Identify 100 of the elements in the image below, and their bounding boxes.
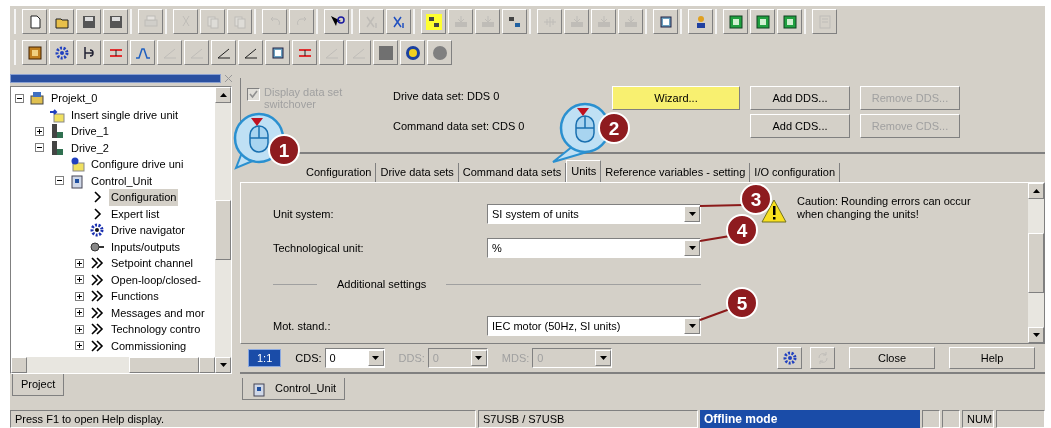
toolbar-button[interactable]	[688, 9, 713, 34]
toolbar-button[interactable]	[777, 9, 802, 34]
up-arrow-icon	[1032, 189, 1040, 193]
status-panel	[942, 410, 960, 428]
field-label: Technological unit:	[273, 240, 365, 256]
toolbar-button[interactable]	[750, 9, 775, 34]
up-arrow-icon	[219, 93, 227, 97]
tree-node-icon	[49, 106, 65, 123]
down-arrow-icon	[688, 246, 696, 250]
action-button[interactable]: Add CDS...	[750, 114, 850, 138]
tree-item[interactable]: Configuration	[109, 189, 179, 206]
tree-item[interactable]: Expert list	[109, 205, 162, 222]
scrollbar-thumb[interactable]	[1028, 233, 1044, 293]
toolbar-button[interactable]	[386, 9, 411, 34]
step-number-badge: 2	[598, 112, 630, 144]
step-number-badge: 1	[268, 134, 300, 166]
warning-icon	[761, 199, 787, 223]
tree-item[interactable]: Functions	[109, 288, 161, 305]
expand-icon[interactable]	[75, 291, 84, 301]
tab[interactable]: Drive data sets	[376, 163, 459, 182]
tool-icon	[404, 44, 421, 61]
down-arrow-icon	[475, 356, 483, 360]
scrollbar-thumb[interactable]	[215, 200, 231, 260]
tree-item[interactable]: Drive_2	[69, 139, 111, 156]
tree-item[interactable]: Commissioning	[109, 337, 189, 354]
collapse-icon[interactable]	[35, 143, 44, 153]
tab[interactable]: Reference variables - setting	[601, 163, 751, 182]
document-tab[interactable]: Control_Unit	[242, 378, 346, 400]
horizontal-scrollbar[interactable]	[11, 357, 215, 373]
toolbar-button[interactable]	[76, 9, 101, 34]
vertical-scrollbar[interactable]	[1028, 183, 1044, 343]
expand-icon[interactable]	[75, 275, 84, 285]
toolbar-button[interactable]	[421, 9, 446, 34]
tree-item[interactable]: Inputs/outputs	[109, 238, 183, 255]
command-data-set-label: Command data set: CDS 0	[393, 118, 526, 134]
toolbar-button[interactable]	[76, 40, 101, 65]
tree-item[interactable]: Open-loop/closed-	[109, 271, 203, 288]
dropdown-field[interactable]: IEC motor (50Hz, SI units)	[487, 316, 701, 336]
toolbar-button[interactable]	[653, 9, 678, 34]
panel-tab[interactable]: Project	[12, 374, 65, 396]
scroll-right-button[interactable]	[199, 357, 215, 373]
tool-icon	[431, 44, 448, 61]
expand-icon[interactable]	[75, 258, 84, 268]
expand-icon[interactable]	[75, 341, 84, 351]
tab[interactable]: I/O configuration	[750, 163, 841, 182]
caution-text: Caution: Rounding errors can occur when changing the units!	[797, 195, 972, 221]
tree-node-icon	[89, 222, 105, 239]
toolbar-button[interactable]	[400, 40, 425, 65]
action-button[interactable]: Wizard...	[612, 86, 740, 110]
dropdown-field[interactable]: 0	[324, 348, 385, 368]
down-arrow-icon	[688, 324, 696, 328]
down-arrow-icon	[688, 212, 696, 216]
toolbar-button[interactable]	[324, 9, 349, 34]
action-button[interactable]: Add DDS...	[750, 86, 850, 110]
tree-item[interactable]: Control_Unit	[89, 172, 155, 189]
tree-node-icon	[89, 304, 105, 321]
ratio-badge: 1:1	[248, 349, 282, 367]
dialog-button[interactable]: Close	[849, 347, 935, 369]
field-label: Mot. stand.:	[273, 318, 332, 334]
dialog-button[interactable]: Help	[949, 347, 1035, 369]
section-heading: Additional settings	[336, 276, 428, 292]
toolbar-button[interactable]	[723, 9, 748, 34]
tool-icon	[142, 13, 159, 30]
tab[interactable]: Units	[566, 160, 602, 182]
tool-icon	[53, 44, 70, 61]
tree-item[interactable]: Technology contro	[109, 321, 203, 338]
toolbar-button[interactable]	[103, 9, 128, 34]
expand-icon[interactable]	[75, 308, 84, 318]
tree-item[interactable]: Configure drive uni	[89, 156, 186, 173]
dropdown-field[interactable]: SI system of units	[487, 204, 701, 224]
tree-item[interactable]: Insert single drive unit	[69, 106, 180, 123]
toolbar-button[interactable]	[22, 40, 47, 65]
collapse-icon[interactable]	[15, 93, 24, 103]
status-connection: S7USB / S7USB	[478, 410, 698, 428]
scrollbar-thumb[interactable]	[129, 357, 199, 373]
down-arrow-icon	[1032, 333, 1040, 337]
tree-item[interactable]: Setpoint channel	[109, 255, 195, 272]
toolbar-button[interactable]	[502, 9, 527, 34]
dropdown-field[interactable]: %	[487, 238, 701, 258]
expand-icon[interactable]	[75, 324, 84, 334]
expand-icon[interactable]	[35, 126, 44, 136]
icon-button[interactable]	[777, 347, 802, 369]
tree-item[interactable]: Projekt_0	[49, 90, 100, 107]
tab[interactable]: Configuration	[302, 163, 377, 182]
tool-icon	[781, 13, 798, 30]
status-mode: Offline mode	[700, 410, 920, 428]
tree-item[interactable]: Drive navigator	[109, 222, 187, 239]
tool-icon	[204, 13, 221, 30]
tree-item[interactable]: Drive_1	[69, 123, 111, 140]
toolbar-button[interactable]	[265, 40, 290, 65]
down-arrow-icon	[599, 356, 607, 360]
tree-node-icon	[29, 90, 45, 107]
collapse-icon[interactable]	[55, 176, 64, 186]
down-arrow-icon	[219, 363, 227, 367]
tree-item[interactable]: Messages and mor	[109, 304, 207, 321]
tool-icon	[80, 13, 97, 30]
vertical-scrollbar[interactable]	[215, 87, 231, 373]
tool-icon	[727, 13, 744, 30]
scroll-left-button[interactable]	[11, 357, 27, 373]
toolbar-button[interactable]	[49, 40, 74, 65]
